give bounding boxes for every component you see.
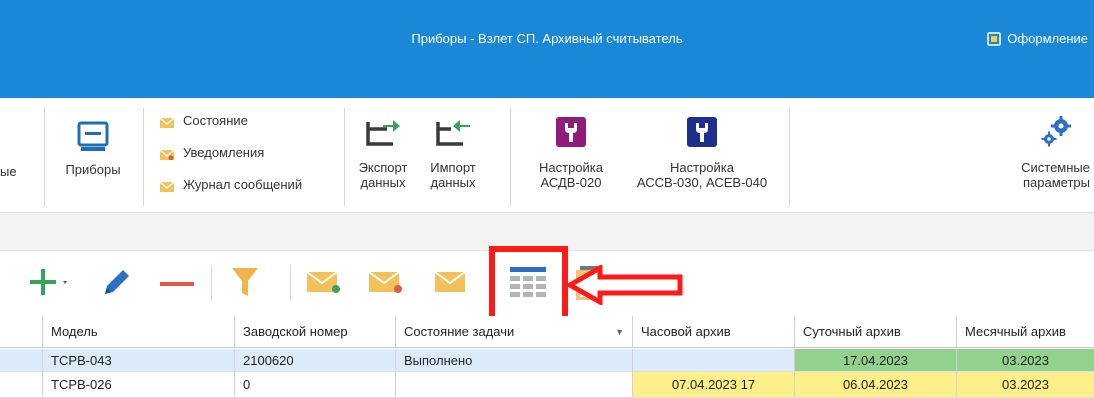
cell-monthly: 03.2023 [957,349,1094,372]
toolbar-separator [211,265,212,301]
mail-read-button[interactable] [298,251,352,315]
status-item[interactable]: Состояние [159,113,248,128]
row-indicator [0,372,43,398]
remove-button[interactable] [152,251,202,315]
ribbon: ые Приборы Состояние Уведомления Журнал … [0,98,1094,213]
table-row[interactable]: ТСРВ-026 0 07.04.2023 17 06.04.2023 03.2… [0,372,1094,398]
notifications-label: Уведомления [183,145,265,160]
cell-daily: 17.04.2023 [795,349,957,372]
ribbon-separator [44,108,45,206]
mail-icon [434,269,468,298]
setup-asdv-button[interactable]: Настройка АСДВ-020 [522,110,620,190]
setup-assv-button[interactable]: Настройка АССВ-030, АСЕВ-040 [627,110,777,190]
column-header-indicator [0,316,43,347]
message-log-label: Журнал сообщений [183,177,303,192]
wrench-icon [627,110,777,154]
devices-button[interactable]: Приборы [52,110,134,177]
ribbon-separator [344,108,345,206]
column-header-serial[interactable]: Заводской номер [235,316,396,347]
window-title: Приборы - Взлет СП. Архивный считыватель [411,31,683,46]
monitor-icon [52,110,134,154]
notifications-item[interactable]: Уведомления [159,145,265,160]
cell-state [396,372,633,398]
system-params-label-1: Системные [1021,160,1090,175]
pointer-arrow [564,263,684,308]
devices-label: Приборы [65,162,121,177]
wrench-icon [522,110,620,154]
toolbar-separator [290,265,291,301]
import-label-1: Импорт [430,160,476,175]
cell-serial: 0 [235,372,396,398]
column-header-monthly[interactable]: Месячный архив [957,316,1094,347]
column-header-daily[interactable]: Суточный архив [795,316,957,347]
cell-monthly: 03.2023 [957,372,1094,398]
export-label-2: данных [360,175,406,190]
filter-button[interactable] [220,251,270,315]
setup-asdv-label-1: Настройка [539,160,603,175]
ribbon-cut-label[interactable]: ые [0,164,28,179]
export-icon [350,110,416,154]
add-icon [29,267,71,300]
envelope-icon [159,180,175,192]
column-header-state-label: Состояние задачи [404,324,515,339]
table-row[interactable]: ТСРВ-043 2100620 Выполнено 17.04.2023 03… [0,349,1094,372]
highlight-box [489,246,568,324]
export-button[interactable]: Экспорт данных [350,110,416,190]
row-indicator [0,349,43,372]
ribbon-separator [143,108,144,206]
title-bar: Приборы - Взлет СП. Архивный считыватель… [0,0,1094,98]
chevron-down-icon[interactable]: ▼ [615,327,624,337]
import-icon [420,110,486,154]
cell-state: Выполнено [396,349,633,372]
gears-icon [1002,110,1090,154]
setup-assv-label-1: Настройка [670,160,734,175]
add-button[interactable] [20,251,80,315]
system-params-label-2: параметры [1023,175,1090,190]
setup-asdv-label-2: АСДВ-020 [540,175,602,190]
column-header-hourly[interactable]: Часовой архив [633,316,795,347]
design-label: Оформление [1007,31,1088,46]
ribbon-separator [789,108,790,206]
cell-hourly: 07.04.2023 17 [633,372,795,398]
import-label-2: данных [430,175,476,190]
cell-serial: 2100620 [235,349,396,372]
grid-header: Модель Заводской номер Состояние задачи … [0,316,1094,348]
cell-daily: 06.04.2023 [795,372,957,398]
message-log-item[interactable]: Журнал сообщений [159,177,303,192]
design-menu[interactable]: Оформление [987,31,1088,46]
filter-icon [231,266,259,301]
cell-hourly [633,349,795,372]
status-label: Состояние [183,113,248,128]
column-header-model[interactable]: Модель [43,316,235,347]
cell-model: ТСРВ-043 [43,349,235,372]
mail-button[interactable] [424,251,478,315]
envelope-icon [159,116,175,128]
design-icon [987,31,1002,46]
column-header-state[interactable]: Состояние задачи ▼ [396,316,633,347]
mail-icon [368,269,406,298]
edit-button[interactable] [92,251,142,315]
import-button[interactable]: Импорт данных [420,110,486,190]
mail-unread-button[interactable] [360,251,414,315]
system-params-button[interactable]: Системные параметры [1002,110,1094,190]
edit-icon [101,266,133,301]
ribbon-separator [510,108,511,206]
export-label-1: Экспорт [358,160,408,175]
cell-model: ТСРВ-026 [43,372,235,398]
remove-icon [160,276,194,291]
setup-assv-label-2: АССВ-030, АСЕВ-040 [636,175,768,190]
mail-icon [306,269,344,298]
envelope-icon [159,148,175,160]
